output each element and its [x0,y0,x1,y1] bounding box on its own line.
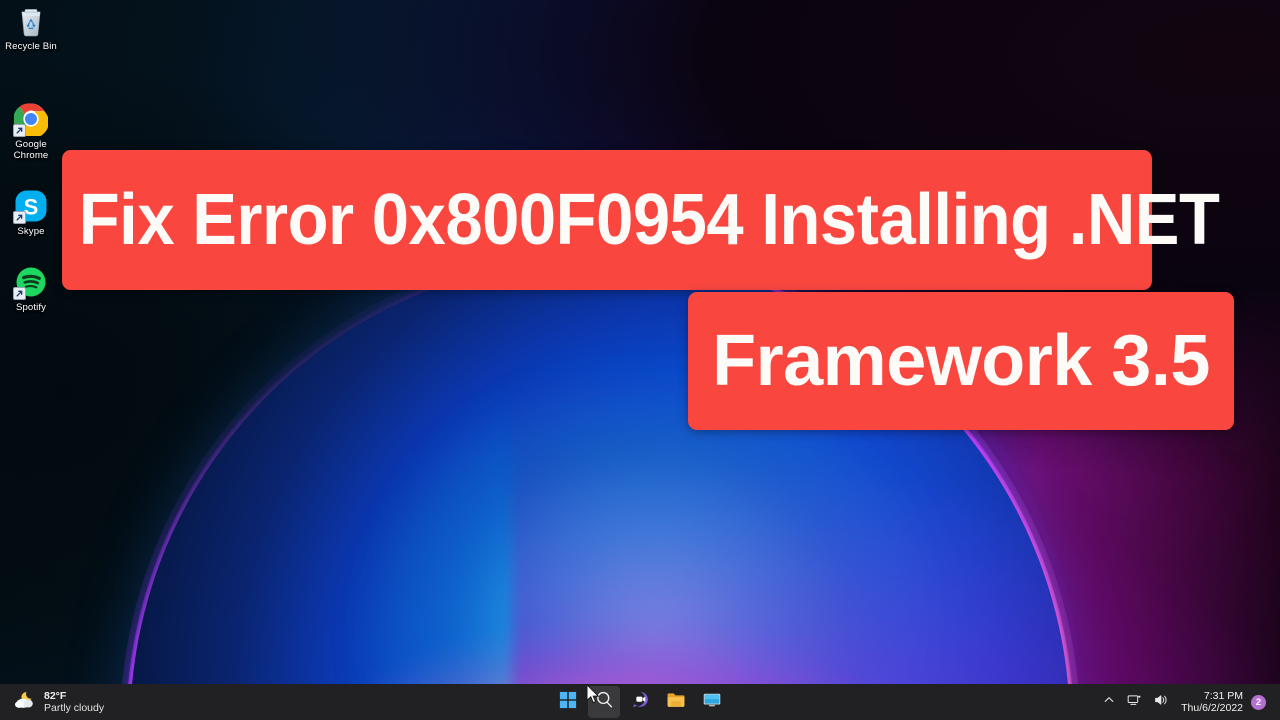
desktop-icon-label: Google Chrome [13,139,49,161]
google-chrome-icon [13,102,49,138]
start-button[interactable] [552,686,584,718]
title-banner-line-2: Framework 3.5 [688,292,1234,430]
search-icon [595,690,614,714]
tray-overflow-button[interactable] [1097,686,1121,718]
monitor-icon [702,691,722,714]
moon-cloud-icon [12,690,38,715]
shortcut-arrow-icon [13,287,26,300]
desktop-icon-label: Recycle Bin [5,41,57,52]
taskbar: 82°F Partly cloudy 7:31 PM Thu/6/2/2022 … [0,684,1280,720]
weather-temperature: 82°F [44,690,67,702]
network-button[interactable] [1121,686,1148,718]
clock-time: 7:31 PM [1203,690,1243,702]
chevron-up-icon [1103,693,1115,711]
clock-date: Thu/6/2/2022 [1181,702,1243,714]
teams-chat-icon [631,690,650,714]
chat-button[interactable] [624,686,656,718]
weather-condition: Partly cloudy [44,702,105,714]
skype-icon: S [13,189,48,224]
file-explorer-button[interactable] [660,686,692,718]
taskbar-clock[interactable]: 7:31 PM Thu/6/2/2022 [1175,690,1251,714]
desktop-icon-google-chrome[interactable]: Google Chrome [0,98,62,163]
title-banner-line-2-text: Framework 3.5 [712,321,1210,401]
shortcut-arrow-icon [13,124,26,137]
desktop-icon-recycle-bin[interactable]: Recycle Bin [0,0,62,54]
desktop-icon-spotify[interactable]: Spotify [0,261,62,315]
folder-icon [666,691,686,714]
title-banner-line-1: Fix Error 0x800F0954 Installing .NET [62,150,1220,290]
desktop-screen: Recycle Bin Google Chrome S Skype Spotif… [0,0,1280,720]
notification-badge[interactable]: 2 [1251,694,1266,710]
system-tray: 7:31 PM Thu/6/2/2022 2 [1097,684,1280,720]
spotify-icon [13,265,48,300]
taskbar-center-buttons [552,684,728,720]
speaker-icon [1154,693,1169,712]
desktop-icon-label: Spotify [15,302,47,313]
desktop-icon-skype[interactable]: S Skype [0,185,62,239]
search-button[interactable] [588,686,620,718]
network-monitor-icon [1127,693,1142,712]
recycle-bin-icon [14,4,48,38]
taskbar-weather-widget[interactable]: 82°F Partly cloudy [0,684,112,720]
windows-logo-icon [559,691,577,714]
shortcut-arrow-icon [13,211,26,224]
desktop-icon-list: Recycle Bin Google Chrome S Skype Spotif… [0,0,62,315]
volume-button[interactable] [1148,686,1175,718]
desktop-icon-label: Skype [17,226,45,237]
title-banner-line-1-text: Fix Error 0x800F0954 Installing .NET [78,180,1220,260]
remote-desktop-button[interactable] [696,686,728,718]
